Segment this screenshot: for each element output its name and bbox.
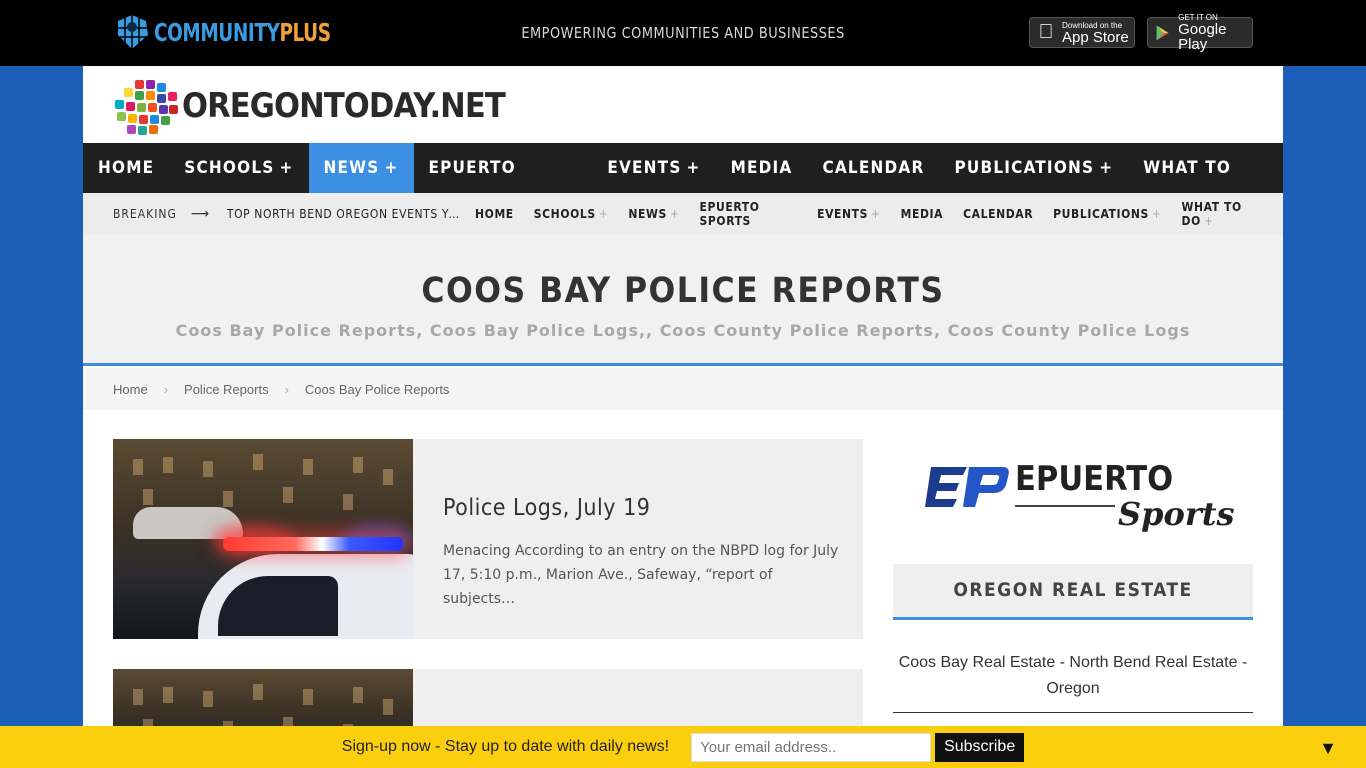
collapse-icon[interactable]: ▼ — [1319, 738, 1337, 759]
app-store-big: App Store — [1062, 28, 1129, 46]
article-card[interactable]: Police Logs, July 19 Menacing According … — [113, 439, 863, 639]
subscribe-message: Sign-up now - Stay up to date with daily… — [341, 738, 670, 755]
sidebar: EPUERTO Sports OREGON REAL ESTATE Coos B… — [893, 439, 1253, 713]
real-estate-link[interactable]: Coos Bay Real Estate - North Bend Real E… — [893, 650, 1253, 713]
plus-icon: + — [686, 158, 701, 178]
secondary-nav: BREAKING ⟶ TOP NORTH BEND OREGON EVENTS … — [83, 193, 1283, 235]
subnav-events[interactable]: EVENTS + — [817, 207, 881, 221]
mosaic-globe-icon — [113, 78, 178, 135]
epuerto-sports-logo[interactable]: EPUERTO Sports — [893, 439, 1253, 559]
plus-icon: + — [1203, 214, 1214, 228]
page-subtitle: Coos Bay Police Reports, Coos Bay Police… — [175, 321, 1191, 340]
nav-publications[interactable]: PUBLICATIONS + — [939, 143, 1128, 193]
subscribe-bar: Sign-up now - Stay up to date with daily… — [0, 726, 1366, 768]
nav-home[interactable]: HOME — [83, 143, 169, 193]
widget-title: OREGON REAL ESTATE — [893, 564, 1253, 620]
nav-media[interactable]: MEDIA — [716, 143, 808, 193]
breaking-ticker-link[interactable]: TOP NORTH BEND OREGON EVENTS YOU CAN'T M… — [227, 207, 463, 221]
plus-icon: + — [1099, 158, 1114, 178]
google-play-icon — [1156, 25, 1169, 40]
ep-mark-icon — [925, 467, 1009, 507]
site-logo[interactable]: OREGONTODAY.NET — [113, 78, 541, 135]
article-thumbnail[interactable] — [113, 439, 413, 639]
email-field[interactable] — [691, 732, 932, 762]
breadcrumb-police-reports[interactable]: Police Reports — [184, 382, 269, 397]
nav-news[interactable]: NEWS + — [308, 143, 414, 193]
breadcrumb-home[interactable]: Home — [113, 382, 148, 397]
breadcrumb-current: Coos Bay Police Reports — [304, 381, 450, 397]
subnav-epuerto-sports[interactable]: EPUERTO SPORTS — [700, 200, 798, 228]
subscribe-button[interactable]: Subscribe — [935, 732, 1025, 762]
chevron-right-icon: › — [163, 381, 169, 397]
subnav-media[interactable]: MEDIA — [901, 207, 943, 221]
logo-word-epuerto: EPUERTO — [1015, 459, 1174, 499]
category-header: COOS BAY POLICE REPORTS Coos Bay Police … — [83, 235, 1283, 366]
plus-icon: + — [598, 207, 609, 221]
subnav-publications[interactable]: PUBLICATIONS + — [1053, 207, 1161, 221]
apple-icon:  — [1036, 21, 1056, 44]
google-play-button[interactable]: GET IT ON Google Play — [1147, 13, 1253, 52]
article-excerpt: Menacing According to an entry on the NB… — [443, 543, 839, 607]
plus-icon: + — [669, 207, 680, 221]
plus-icon: + — [1151, 207, 1162, 221]
chevron-right-icon: › — [284, 381, 289, 397]
google-play-big: Google Play — [1178, 21, 1227, 53]
main-container: OREGONTODAY.NET HOME SCHOOLS + NEWS + EPUE… — [83, 66, 1283, 768]
subnav-what-to-do[interactable]: WHAT TO DO + — [1182, 200, 1263, 228]
nav-epuerto-sports[interactable]: EPUERTO SPORTS — [414, 143, 593, 228]
nav-events[interactable]: EVENTS + — [592, 143, 715, 193]
top-bar: COMMUNITYPLUS EMPOWERING COMMUNITIES AND… — [0, 0, 1366, 66]
subnav-home[interactable]: HOME — [475, 207, 514, 221]
arrow-right-icon: ⟶ — [190, 206, 209, 222]
plus-icon: + — [279, 158, 294, 178]
subnav-schools[interactable]: SCHOOLS + — [534, 207, 609, 221]
main-nav: HOME SCHOOLS+ NEWS+ EPUERTO SPORTS EVENT… — [83, 143, 1283, 228]
breaking-label: BREAKING — [113, 207, 177, 221]
page-title: COOS BAY POLICE REPORTS — [421, 271, 945, 311]
app-store-button[interactable]:  Download on the App Store — [1029, 17, 1135, 48]
breadcrumb: Home › Police Reports › Coos Bay Police … — [83, 368, 1283, 410]
nav-what-to-do[interactable]: WHAT TO DO+ — [1128, 143, 1283, 228]
nav-schools[interactable]: SCHOOLS + — [169, 143, 308, 193]
subnav-news[interactable]: NEWS + — [628, 207, 679, 221]
plus-icon: + — [871, 207, 881, 221]
article-title[interactable]: Police Logs, July 19 — [443, 495, 650, 521]
nav-calendar[interactable]: CALENDAR — [807, 143, 939, 193]
site-name: OREGONTODAY.NET — [182, 86, 506, 126]
logo-word-sports: Sports — [1118, 495, 1235, 533]
subnav-calendar[interactable]: CALENDAR — [963, 207, 1033, 221]
plus-icon: + — [384, 158, 399, 178]
